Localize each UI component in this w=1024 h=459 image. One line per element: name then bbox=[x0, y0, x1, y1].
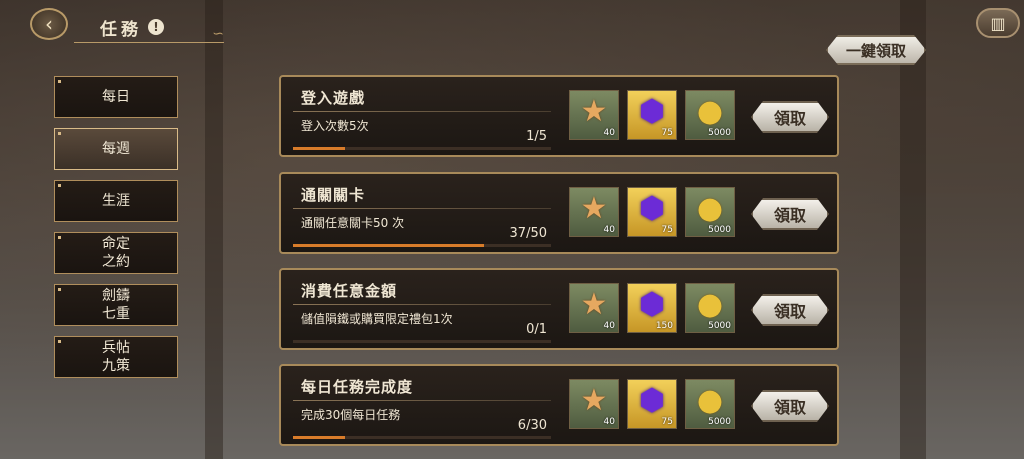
gem-icon: ⬢ bbox=[638, 383, 666, 418]
page-title-bar: 任務 ! ∽ bbox=[74, 12, 224, 43]
tab-label: 每日 bbox=[102, 89, 130, 105]
divider bbox=[293, 304, 551, 305]
progress-bar-fill bbox=[293, 436, 345, 439]
star-icon: ★ bbox=[580, 191, 608, 226]
back-arrow-icon: ‹ bbox=[45, 12, 53, 36]
gem-icon: ⬢ bbox=[638, 191, 666, 226]
coin-icon: ● bbox=[696, 94, 724, 129]
progress-bar-fill bbox=[293, 244, 484, 247]
tab-daily[interactable]: 每日 bbox=[54, 76, 178, 118]
background-pillar bbox=[205, 0, 223, 459]
reward-item[interactable]: ★ 40 bbox=[569, 379, 619, 429]
reward-quantity: 40 bbox=[603, 321, 615, 331]
flourish-ornament: ∽ bbox=[212, 26, 224, 42]
reward-item[interactable]: ★ 40 bbox=[569, 283, 619, 333]
tab-military-strategy[interactable]: 兵帖 九策 bbox=[54, 336, 178, 378]
info-icon[interactable]: ! bbox=[148, 19, 164, 35]
task-title: 每日任務完成度 bbox=[301, 378, 414, 396]
task-progress-text: 0/1 bbox=[526, 322, 547, 337]
progress-bar bbox=[293, 340, 551, 343]
tab-label: 命定 之約 bbox=[102, 236, 130, 270]
divider bbox=[293, 208, 551, 209]
task-card: 登入遊戲 登入次數5次 1/5 ★ 40 ⬢ 75 ● 5000 領取 bbox=[279, 75, 839, 157]
reward-quantity: 40 bbox=[603, 225, 615, 235]
claim-button[interactable]: 領取 bbox=[751, 294, 829, 326]
reward-item[interactable]: ● 5000 bbox=[685, 187, 735, 237]
reward-item[interactable]: ⬢ 75 bbox=[627, 187, 677, 237]
background-pillar bbox=[900, 0, 926, 459]
map-icon: ▥ bbox=[990, 13, 1006, 33]
tab-weekly[interactable]: 每週 bbox=[54, 128, 178, 170]
tab-sword-forge[interactable]: 劍鑄 七重 bbox=[54, 284, 178, 326]
reward-quantity: 40 bbox=[603, 128, 615, 138]
reward-quantity: 5000 bbox=[708, 321, 731, 331]
gem-icon: ⬢ bbox=[638, 94, 666, 129]
task-title: 通關關卡 bbox=[301, 186, 366, 204]
star-icon: ★ bbox=[580, 94, 608, 129]
reward-item[interactable]: ● 5000 bbox=[685, 90, 735, 140]
progress-bar bbox=[293, 244, 551, 247]
map-button[interactable]: ▥ bbox=[976, 8, 1020, 38]
reward-quantity: 75 bbox=[661, 128, 673, 138]
task-progress-text: 37/50 bbox=[509, 226, 547, 241]
tab-label: 兵帖 九策 bbox=[102, 340, 130, 374]
reward-item[interactable]: ⬢ 75 bbox=[627, 90, 677, 140]
reward-quantity: 5000 bbox=[708, 417, 731, 427]
reward-item[interactable]: ★ 40 bbox=[569, 90, 619, 140]
task-description: 儲值隕鐵或購買限定禮包1次 bbox=[301, 312, 453, 326]
tab-destiny-pact[interactable]: 命定 之約 bbox=[54, 232, 178, 274]
reward-quantity: 5000 bbox=[708, 225, 731, 235]
coin-icon: ● bbox=[696, 191, 724, 226]
coin-icon: ● bbox=[696, 383, 724, 418]
star-icon: ★ bbox=[580, 287, 608, 322]
tab-label: 每週 bbox=[102, 141, 130, 157]
reward-quantity: 40 bbox=[603, 417, 615, 427]
reward-quantity: 75 bbox=[661, 417, 673, 427]
task-card: 通關關卡 通關任意關卡50 次 37/50 ★ 40 ⬢ 75 ● 5000 領取 bbox=[279, 172, 839, 254]
task-description: 登入次數5次 bbox=[301, 119, 369, 133]
task-progress-text: 1/5 bbox=[526, 129, 547, 144]
reward-quantity: 150 bbox=[655, 321, 673, 331]
task-card: 消費任意金額 儲值隕鐵或購買限定禮包1次 0/1 ★ 40 ⬢ 150 ● 5000 … bbox=[279, 268, 839, 350]
task-card: 每日任務完成度 完成30個每日任務 6/30 ★ 40 ⬢ 75 ● 5000 領取 bbox=[279, 364, 839, 446]
tab-label: 劍鑄 七重 bbox=[102, 288, 130, 322]
task-title: 登入遊戲 bbox=[301, 89, 366, 107]
back-button[interactable]: ‹ bbox=[30, 8, 68, 40]
claim-button[interactable]: 領取 bbox=[751, 198, 829, 230]
page-title: 任務 bbox=[100, 19, 142, 40]
reward-item[interactable]: ⬢ 150 bbox=[627, 283, 677, 333]
progress-bar-fill bbox=[293, 147, 345, 150]
task-description: 通關任意關卡50 次 bbox=[301, 216, 405, 230]
gem-icon: ⬢ bbox=[638, 287, 666, 322]
claim-all-button[interactable]: 一鍵領取 bbox=[826, 35, 926, 65]
tab-career[interactable]: 生涯 bbox=[54, 180, 178, 222]
task-title: 消費任意金額 bbox=[301, 282, 398, 300]
reward-item[interactable]: ● 5000 bbox=[685, 283, 735, 333]
tab-label: 生涯 bbox=[102, 193, 130, 209]
star-icon: ★ bbox=[580, 383, 608, 418]
progress-bar bbox=[293, 147, 551, 150]
divider bbox=[293, 111, 551, 112]
claim-button[interactable]: 領取 bbox=[751, 101, 829, 133]
progress-bar bbox=[293, 436, 551, 439]
task-progress-text: 6/30 bbox=[517, 418, 547, 433]
reward-quantity: 5000 bbox=[708, 128, 731, 138]
reward-quantity: 75 bbox=[661, 225, 673, 235]
task-description: 完成30個每日任務 bbox=[301, 408, 401, 422]
coin-icon: ● bbox=[696, 287, 724, 322]
reward-item[interactable]: ★ 40 bbox=[569, 187, 619, 237]
divider bbox=[293, 400, 551, 401]
reward-item[interactable]: ● 5000 bbox=[685, 379, 735, 429]
reward-item[interactable]: ⬢ 75 bbox=[627, 379, 677, 429]
claim-button[interactable]: 領取 bbox=[751, 390, 829, 422]
